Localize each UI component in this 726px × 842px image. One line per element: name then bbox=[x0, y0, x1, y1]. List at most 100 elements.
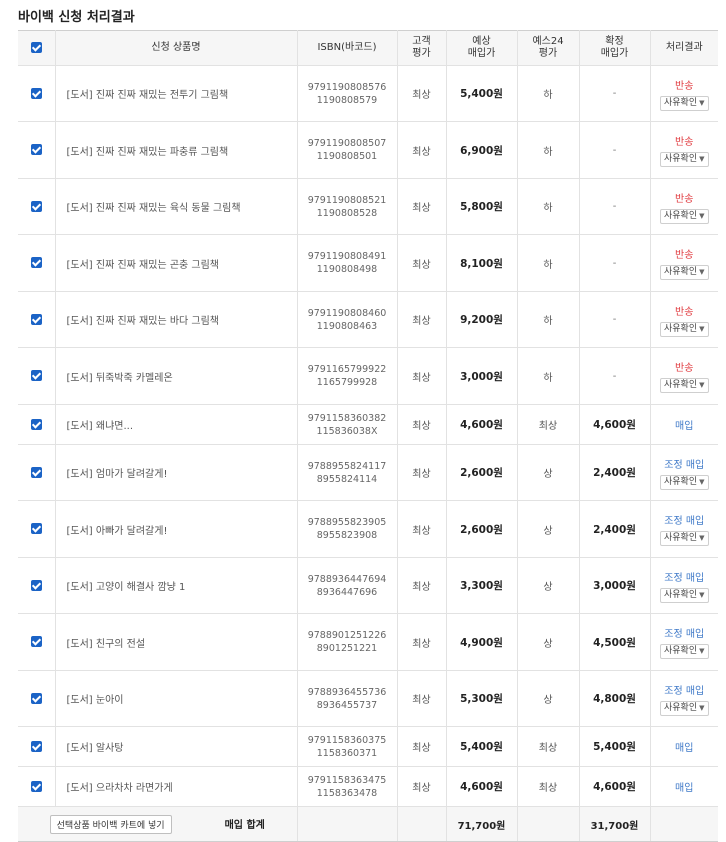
row-checkbox[interactable] bbox=[30, 200, 42, 212]
customer-grade: 최상 bbox=[397, 178, 447, 235]
total-empty-cell bbox=[297, 806, 398, 842]
reason-select[interactable]: 사유확인 ▼ bbox=[659, 321, 709, 337]
product-name: [도서] 진짜 진짜 재밌는 곤충 그림책 bbox=[55, 234, 298, 292]
result-status: 조정 매입 bbox=[664, 516, 705, 527]
isbn10: 8936455737 bbox=[316, 699, 378, 711]
row-checkbox-cell[interactable] bbox=[18, 178, 56, 235]
reason-select[interactable]: 사유확인 ▼ bbox=[659, 208, 709, 224]
row-checkbox[interactable] bbox=[30, 257, 42, 269]
reason-select[interactable]: 사유확인 ▼ bbox=[659, 474, 709, 490]
chevron-down-icon: ▼ bbox=[699, 703, 705, 712]
result-status: 반송 bbox=[675, 250, 694, 261]
row-checkbox-cell[interactable] bbox=[18, 766, 56, 807]
isbn13: 9791190808507 bbox=[307, 138, 387, 149]
final-total: 31,700원 bbox=[579, 806, 651, 842]
reason-select[interactable]: 사유확인 ▼ bbox=[659, 378, 709, 393]
reason-select[interactable]: 사유확인 ▼ bbox=[659, 265, 709, 280]
row-checkbox-cell[interactable] bbox=[18, 121, 56, 179]
row-checkbox[interactable] bbox=[30, 313, 42, 325]
result-status: 매입 bbox=[675, 783, 694, 794]
product-name: [도서] 알사탕 bbox=[55, 726, 298, 767]
yes24-grade: 상 bbox=[517, 670, 580, 727]
row-checkbox-cell[interactable] bbox=[18, 500, 56, 558]
select-all-cell[interactable] bbox=[18, 30, 56, 66]
reason-select-label: 사유확인 bbox=[663, 589, 698, 600]
row-checkbox-cell[interactable] bbox=[18, 291, 56, 348]
add-to-buyback-cart-button[interactable]: 선택상품 바이백 카트에 넣기 bbox=[49, 814, 172, 834]
yes24-grade: 상 bbox=[517, 444, 580, 501]
table-row: [도서] 아빠가 달려갈게! 9788955823905 8955823908 최상 2… bbox=[18, 500, 718, 558]
expected-price: 5,300원 bbox=[446, 670, 518, 727]
chevron-down-icon: ▼ bbox=[699, 211, 705, 220]
row-checkbox-cell[interactable] bbox=[18, 65, 56, 122]
header-expected-price: 예상 매입가 bbox=[446, 30, 518, 66]
row-checkbox[interactable] bbox=[30, 466, 42, 478]
total-label-cell: 선택상품 바이백 카트에 넣기 매입 합계 bbox=[18, 806, 298, 842]
customer-grade: 최상 bbox=[397, 444, 447, 501]
isbn10: 1190808498 bbox=[316, 264, 378, 275]
result-cell: 반송 사유확인 ▼ bbox=[650, 291, 718, 348]
table-row: [도서] 엄마가 달려갈게! 9788955824117 8955824114 최상 2… bbox=[18, 444, 718, 501]
chevron-down-icon: ▼ bbox=[699, 268, 705, 276]
final-price: 4,600원 bbox=[579, 404, 651, 445]
row-checkbox-cell[interactable] bbox=[18, 444, 56, 501]
row-checkbox-cell[interactable] bbox=[18, 234, 56, 292]
row-checkbox[interactable] bbox=[30, 579, 42, 591]
product-name: [도서] 눈아이 bbox=[55, 670, 298, 727]
table-row: [도서] 알사탕 9791158360375 1158360371 최상 5,400원 최… bbox=[18, 726, 718, 767]
isbn-cell: 9788936447694 8936447696 bbox=[297, 557, 398, 614]
select-all-checkbox[interactable] bbox=[30, 41, 42, 53]
reason-select-label: 사유확인 bbox=[663, 323, 698, 334]
result-cell: 조정 매입 사유확인 ▼ bbox=[650, 613, 718, 671]
result-cell: 매입 bbox=[650, 404, 718, 445]
header-text: 확정 bbox=[605, 36, 624, 47]
customer-grade: 최상 bbox=[397, 500, 447, 558]
isbn10: 1190808579 bbox=[316, 94, 378, 106]
row-checkbox[interactable] bbox=[30, 144, 42, 156]
product-name: [도서] 진짜 진짜 재밌는 파충류 그림책 bbox=[55, 121, 298, 179]
header-text: 예스24 bbox=[532, 36, 564, 47]
table-row: [도서] 뒤죽박죽 카멜레온 9791165799922 1165799928 최상 3… bbox=[18, 347, 718, 405]
reason-select[interactable]: 사유확인 ▼ bbox=[659, 531, 709, 546]
final-price: - bbox=[579, 234, 651, 292]
row-checkbox[interactable] bbox=[30, 636, 42, 648]
row-checkbox[interactable] bbox=[30, 740, 42, 752]
result-cell: 조정 매입사유확인 ▼ bbox=[650, 500, 718, 558]
isbn-cell: 9791190808576 1190808579 bbox=[297, 65, 398, 122]
result-status: 조정 매입 bbox=[664, 459, 705, 471]
reason-select-label: 사유확인 bbox=[663, 210, 698, 221]
row-checkbox-cell[interactable] bbox=[18, 613, 56, 671]
yes24-grade: 최상 bbox=[517, 766, 580, 807]
row-checkbox[interactable] bbox=[30, 370, 42, 382]
final-price: - bbox=[579, 178, 651, 235]
yes24-grade: 하 bbox=[517, 65, 580, 122]
result-cell: 조정 매입 사유확인 ▼ bbox=[650, 670, 718, 727]
yes24-grade: 하 bbox=[517, 121, 580, 179]
row-checkbox-cell[interactable] bbox=[18, 557, 56, 614]
row-checkbox[interactable] bbox=[30, 780, 42, 792]
reason-select[interactable]: 사유확인 ▼ bbox=[659, 95, 709, 111]
reason-select[interactable]: 사유확인 ▼ bbox=[659, 644, 709, 659]
chevron-down-icon: ▼ bbox=[699, 647, 705, 655]
row-checkbox[interactable] bbox=[30, 692, 42, 704]
table-body: [도서] 진짜 진짜 재밌는 전투기 그림책 9791190808576 11908… bbox=[18, 65, 718, 807]
row-checkbox-cell[interactable] bbox=[18, 404, 56, 445]
row-checkbox[interactable] bbox=[30, 418, 42, 430]
chevron-down-icon: ▼ bbox=[699, 534, 705, 542]
customer-grade: 최상 bbox=[397, 670, 447, 727]
row-checkbox-cell[interactable] bbox=[18, 347, 56, 405]
reason-select[interactable]: 사유확인 ▼ bbox=[659, 587, 709, 603]
reason-select[interactable]: 사유확인 ▼ bbox=[659, 700, 709, 716]
table-header-row: 신청 상품명 ISBN(바코드) 고객 평가 예상 매입가 예스24 평가 확정 매입가… bbox=[18, 30, 718, 66]
reason-select[interactable]: 사유확인 ▼ bbox=[659, 152, 709, 167]
yes24-grade: 하 bbox=[517, 178, 580, 235]
isbn-cell: 9791158360375 1158360371 bbox=[297, 726, 398, 767]
row-checkbox-cell[interactable] bbox=[18, 726, 56, 767]
row-checkbox[interactable] bbox=[30, 87, 42, 99]
row-checkbox-cell[interactable] bbox=[18, 670, 56, 727]
isbn-cell: 9791158360382 115836038X bbox=[297, 404, 398, 445]
isbn-cell: 9791190808507 1190808501 bbox=[297, 121, 398, 179]
header-isbn: ISBN(바코드) bbox=[297, 30, 398, 66]
product-name: [도서] 고양이 해결사 깜냥 1 bbox=[55, 557, 298, 614]
row-checkbox[interactable] bbox=[30, 523, 42, 535]
